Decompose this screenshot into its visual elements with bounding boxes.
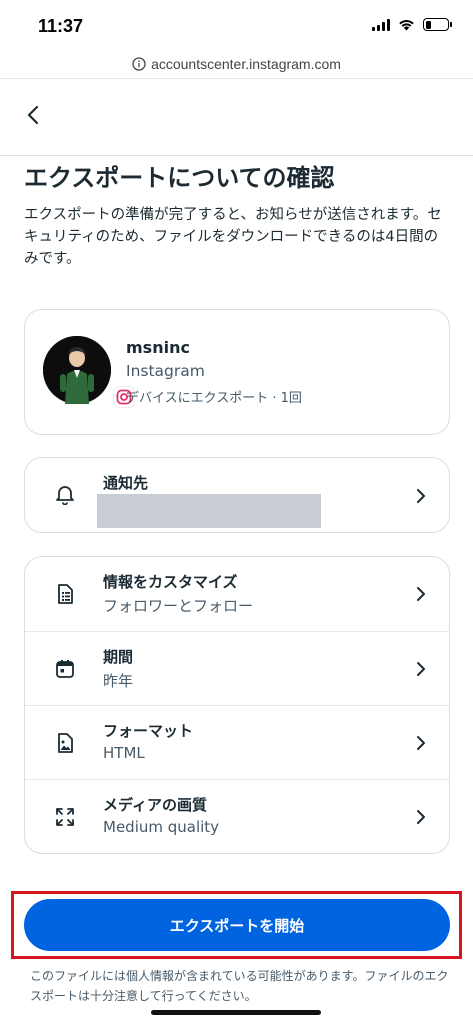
back-button[interactable]	[18, 100, 48, 130]
status-time: 11:37	[38, 16, 84, 36]
settings-row-value: HTML	[103, 744, 145, 762]
wifi-icon	[399, 20, 414, 31]
expand-arrows-icon	[53, 805, 77, 829]
settings-row-customize[interactable]: 情報をカスタマイズ フォロワーとフォロー	[25, 557, 449, 631]
export-settings-card: 情報をカスタマイズ フォロワーとフォロー 期間 昨年 フォーマット HTML メ…	[24, 556, 450, 854]
home-indicator	[151, 1010, 321, 1015]
settings-row-title: 情報をカスタマイズ	[103, 573, 238, 591]
settings-row-title: 期間	[103, 648, 134, 666]
account-platform: Instagram	[126, 362, 205, 380]
settings-row-title: メディアの画質	[103, 796, 207, 814]
account-export-detail: デバイスにエクスポート · 1回	[126, 391, 302, 406]
chevron-right-icon	[417, 662, 425, 676]
signal-icon	[372, 18, 390, 31]
avatar-illustration	[43, 336, 111, 404]
settings-row-media-quality[interactable]: メディアの画質 Medium quality	[25, 779, 449, 853]
document-list-icon	[53, 582, 77, 606]
settings-row-value: フォロワーとフォロー	[103, 597, 254, 615]
bell-icon	[53, 482, 77, 506]
notify-label: 通知先	[103, 474, 149, 492]
notification-destination-row[interactable]: 通知先	[24, 457, 450, 533]
page-description: エクスポートの準備が完了すると、お知らせが送信されます。セキュリティのため、ファ…	[24, 207, 442, 267]
start-export-button[interactable]: エクスポートを開始	[24, 899, 450, 951]
info-icon	[132, 57, 146, 71]
settings-row-value: Medium quality	[103, 818, 220, 836]
settings-row-value: 昨年	[103, 672, 134, 690]
url-text: accountscenter.instagram.com	[151, 56, 341, 72]
battery-icon	[423, 18, 452, 31]
privacy-note: このファイルには個人情報が含まれている可能性があります。ファイルのエクスポートは…	[30, 969, 449, 1003]
image-file-icon	[53, 731, 77, 755]
calendar-icon	[53, 657, 77, 681]
url-bar[interactable]: accountscenter.instagram.com	[0, 50, 473, 78]
account-name: msninc	[126, 338, 190, 357]
page-title: エクスポートについての確認	[24, 164, 335, 192]
chevron-right-icon	[417, 736, 425, 750]
nav-divider	[0, 155, 473, 156]
settings-row-format[interactable]: フォーマット HTML	[25, 705, 449, 779]
status-bar: 11:37	[0, 0, 473, 50]
chevron-left-icon	[27, 105, 39, 125]
url-divider	[0, 78, 473, 79]
chevron-right-icon	[417, 587, 425, 601]
settings-row-title: フォーマット	[103, 722, 194, 740]
redacted-contact	[97, 494, 321, 528]
chevron-right-icon	[417, 810, 425, 824]
avatar	[43, 336, 111, 404]
status-icons	[372, 18, 452, 31]
chevron-right-icon	[417, 489, 425, 503]
settings-row-period[interactable]: 期間 昨年	[25, 631, 449, 705]
account-card: msninc Instagram デバイスにエクスポート · 1回	[24, 309, 450, 435]
